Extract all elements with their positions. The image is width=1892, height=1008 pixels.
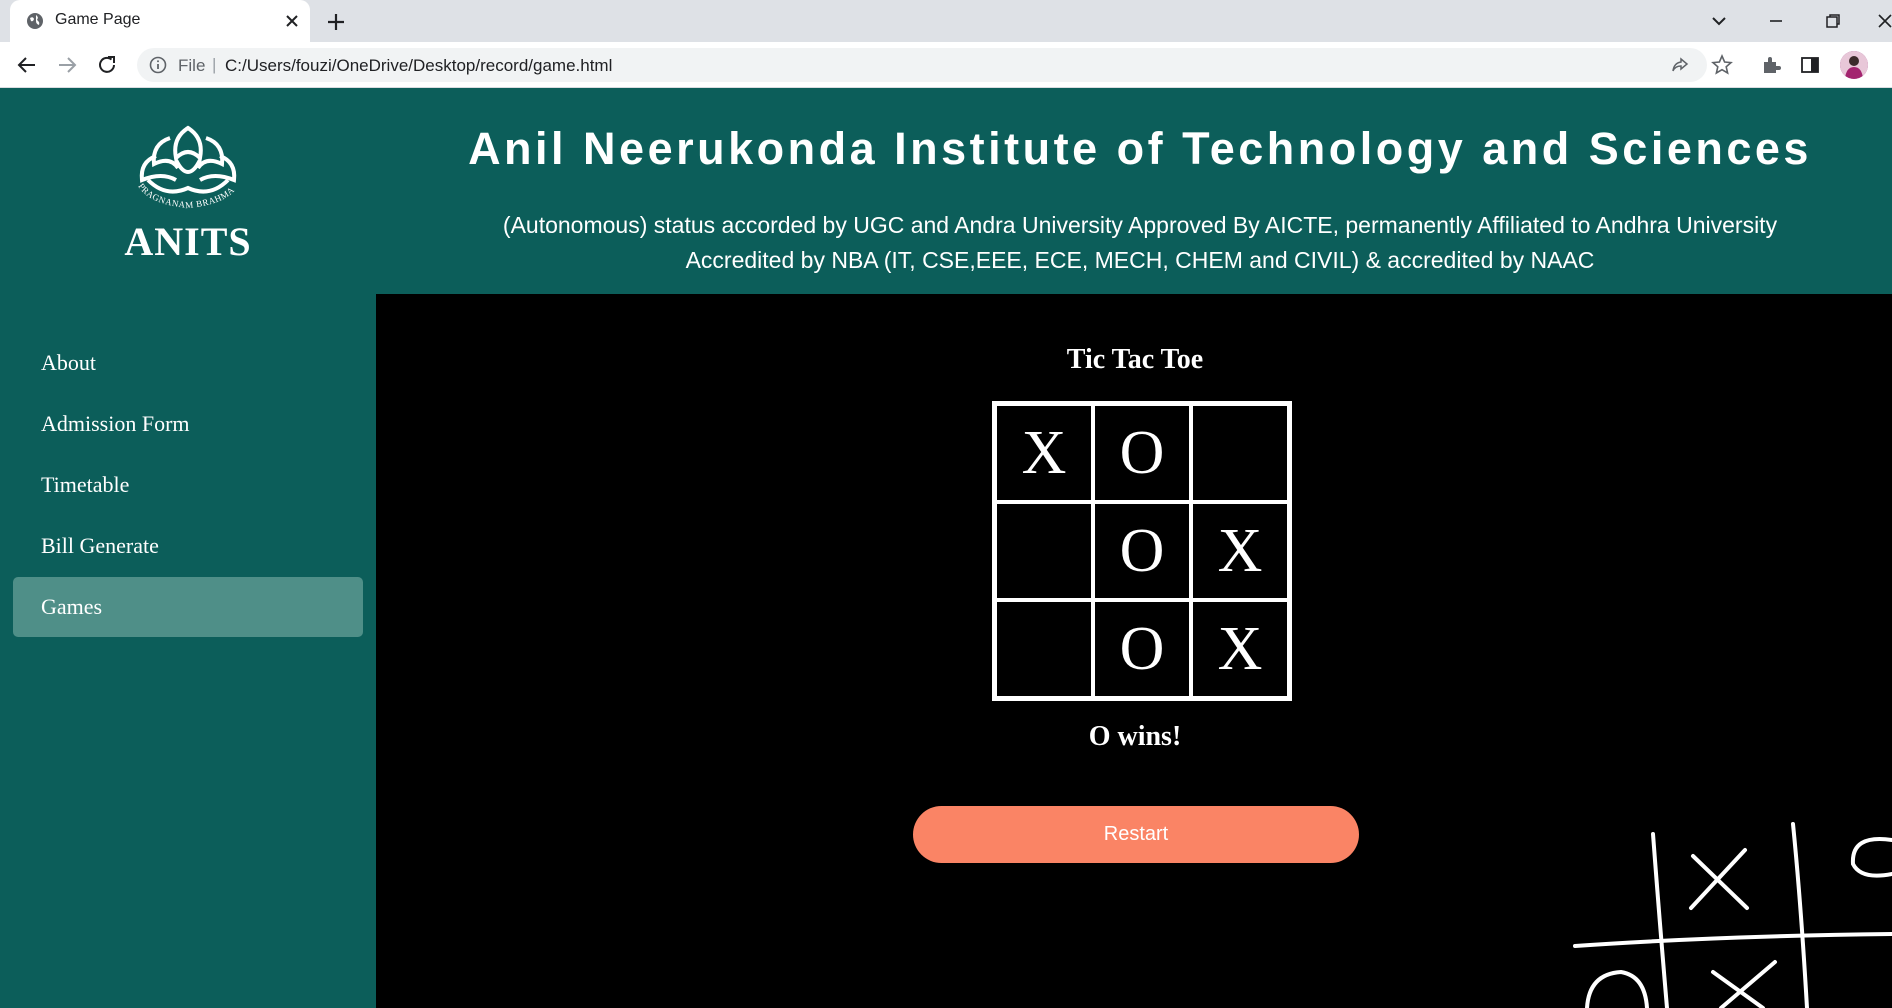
logo-text: ANITS xyxy=(124,219,252,264)
sidebar-nav: About Admission Form Timetable Bill Gene… xyxy=(0,294,376,1008)
new-tab-icon[interactable] xyxy=(324,10,348,34)
profile-avatar[interactable] xyxy=(1840,51,1868,79)
sidebar-item-label: Games xyxy=(41,594,103,619)
board-cell-1-0[interactable] xyxy=(995,502,1093,600)
board-cell-1-1[interactable]: O xyxy=(1093,502,1191,600)
forward-icon[interactable] xyxy=(55,53,79,77)
site-header: PRAGNANAM BRAHMA ANITS Anil Neerukonda I… xyxy=(0,88,1892,294)
browser-tab[interactable]: Game Page xyxy=(10,0,310,42)
globe-icon xyxy=(27,13,43,29)
sidebar-item-games[interactable]: Games xyxy=(13,577,363,637)
game-title: Tic Tac Toe xyxy=(1066,344,1204,375)
close-window-icon[interactable] xyxy=(1873,8,1892,34)
sidebar-item-label: Bill Generate xyxy=(41,533,159,558)
institute-title: Anil Neerukonda Institute of Technology … xyxy=(468,123,1812,174)
institute-subtitle-line2: Accredited by NBA (IT, CSE,EEE, ECE, MEC… xyxy=(685,247,1595,273)
tab-title: Game Page xyxy=(55,11,141,28)
board-cell-1-2[interactable]: X xyxy=(1191,502,1289,600)
board-cell-0-0[interactable]: X xyxy=(995,404,1093,502)
side-panel-icon[interactable] xyxy=(1799,54,1821,76)
anits-logo: PRAGNANAM BRAHMA ANITS xyxy=(118,114,258,264)
restore-icon[interactable] xyxy=(1820,8,1846,34)
bookmark-star-icon[interactable] xyxy=(1711,54,1733,76)
address-bar[interactable]: File | C:/Users/fouzi/OneDrive/Desktop/r… xyxy=(137,48,1707,82)
game-status: O wins! xyxy=(1088,721,1182,752)
board-cell-0-2[interactable] xyxy=(1191,404,1289,502)
browser-toolbar: File | C:/Users/fouzi/OneDrive/Desktop/r… xyxy=(0,42,1892,88)
board-cell-2-2[interactable]: X xyxy=(1191,600,1289,698)
board-cell-2-0[interactable] xyxy=(995,600,1093,698)
extensions-icon[interactable] xyxy=(1760,54,1782,76)
share-icon[interactable] xyxy=(1669,55,1691,77)
restart-button[interactable]: Restart xyxy=(913,806,1359,863)
sidebar-item-about[interactable]: About xyxy=(13,333,363,393)
sidebar-item-label: Admission Form xyxy=(41,411,190,436)
url-separator: | xyxy=(212,55,217,74)
reload-icon[interactable] xyxy=(95,53,119,77)
game-area: Tic Tac Toe X O O X O X O wins! Restart xyxy=(376,294,1892,1008)
sidebar-item-label: Timetable xyxy=(41,472,130,497)
tic-tac-toe-decoration-icon xyxy=(1573,822,1892,1008)
board-cell-2-1[interactable]: O xyxy=(1093,600,1191,698)
sidebar-item-bill-generate[interactable]: Bill Generate xyxy=(13,516,363,576)
tic-tac-toe-board: X O O X O X xyxy=(992,401,1292,701)
close-tab-icon[interactable] xyxy=(282,11,302,31)
board-cell-0-1[interactable]: O xyxy=(1093,404,1191,502)
sidebar-item-admission-form[interactable]: Admission Form xyxy=(13,394,363,454)
url-scheme: File xyxy=(178,56,206,75)
institute-subtitle-line1: (Autonomous) status accorded by UGC and … xyxy=(502,212,1778,238)
profile-picture-icon xyxy=(1840,51,1868,79)
back-icon[interactable] xyxy=(15,53,39,77)
tab-search-icon[interactable] xyxy=(1706,8,1732,34)
info-icon[interactable] xyxy=(149,56,167,74)
sidebar-item-label: About xyxy=(41,350,96,375)
url-text[interactable]: C:/Users/fouzi/OneDrive/Desktop/record/g… xyxy=(225,56,612,76)
minimize-icon[interactable] xyxy=(1763,8,1789,34)
browser-tab-bar: Game Page xyxy=(0,0,1892,42)
sidebar-item-timetable[interactable]: Timetable xyxy=(13,455,363,515)
lotus-emblem-icon: PRAGNANAM BRAHMA xyxy=(136,125,237,210)
